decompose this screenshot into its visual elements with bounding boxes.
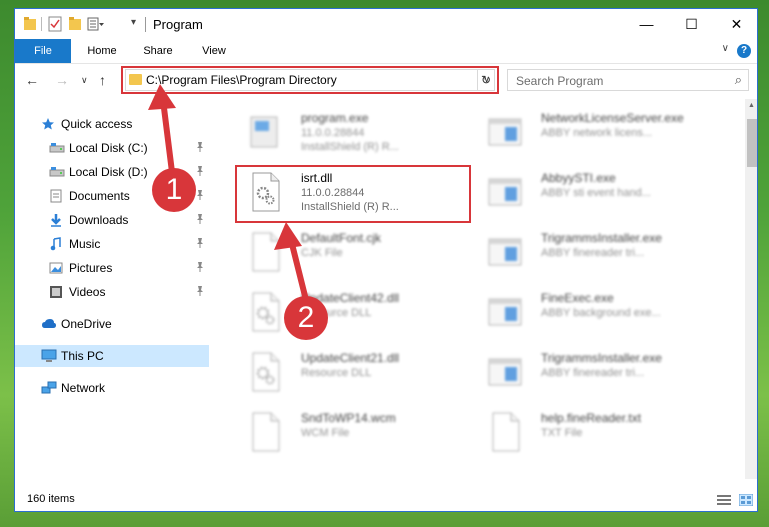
callout-step-2: 2: [284, 296, 328, 340]
arrow-head-1: [148, 84, 176, 110]
arrow-head-2: [274, 222, 302, 250]
callout-step-1: 1: [152, 168, 196, 212]
annotation-arrows: [148, 84, 309, 301]
